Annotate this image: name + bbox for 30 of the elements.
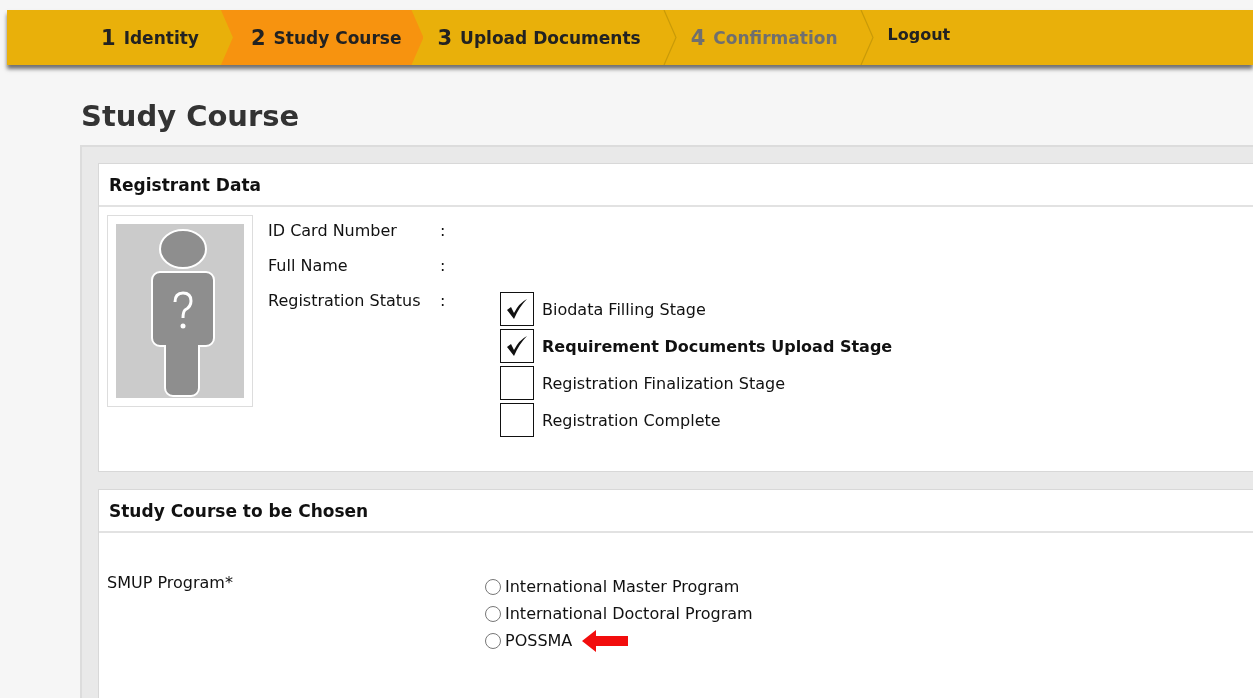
step-tab[interactable]: 3 Upload Documents — [423, 10, 663, 65]
card-title: Study Course to be Chosen — [99, 490, 1253, 533]
card-title: Registrant Data — [99, 164, 1253, 207]
arrow-icon — [582, 629, 629, 652]
logout-link[interactable]: Logout — [873, 4, 965, 65]
radio-label: International Master Program — [505, 577, 740, 596]
step-tab[interactable]: 2 Study Course — [220, 10, 424, 65]
radio-label: International Doctoral Program — [505, 604, 753, 623]
stage-label: Registration Finalization Stage — [542, 373, 786, 393]
field-label: SMUP Program* — [107, 573, 234, 594]
chevron-divider — [859, 10, 874, 65]
program-radio[interactable] — [485, 605, 501, 622]
field-separator: : — [440, 291, 447, 312]
stage-label: Biodata Filling Stage — [542, 299, 706, 319]
field-label: Full Name — [268, 256, 349, 275]
stage-label: Requirement Documents Upload Stage — [542, 336, 893, 356]
page-title: Study Course — [81, 99, 301, 135]
field-separator: : — [440, 256, 447, 275]
step-tab[interactable]: 1 Identity — [87, 10, 221, 65]
field-label: Registration Status — [268, 291, 422, 312]
field-separator: : — [440, 221, 447, 240]
chevron-divider — [662, 10, 677, 65]
field-label: ID Card Number — [268, 221, 398, 240]
stage-label: Registration Complete — [542, 410, 721, 430]
program-radio[interactable] — [485, 632, 501, 649]
radio-label: POSSMA — [505, 631, 573, 650]
check-icon — [505, 335, 529, 357]
avatar-placeholder-icon — [116, 224, 244, 398]
program-radio[interactable] — [485, 578, 501, 595]
check-icon — [505, 298, 529, 320]
